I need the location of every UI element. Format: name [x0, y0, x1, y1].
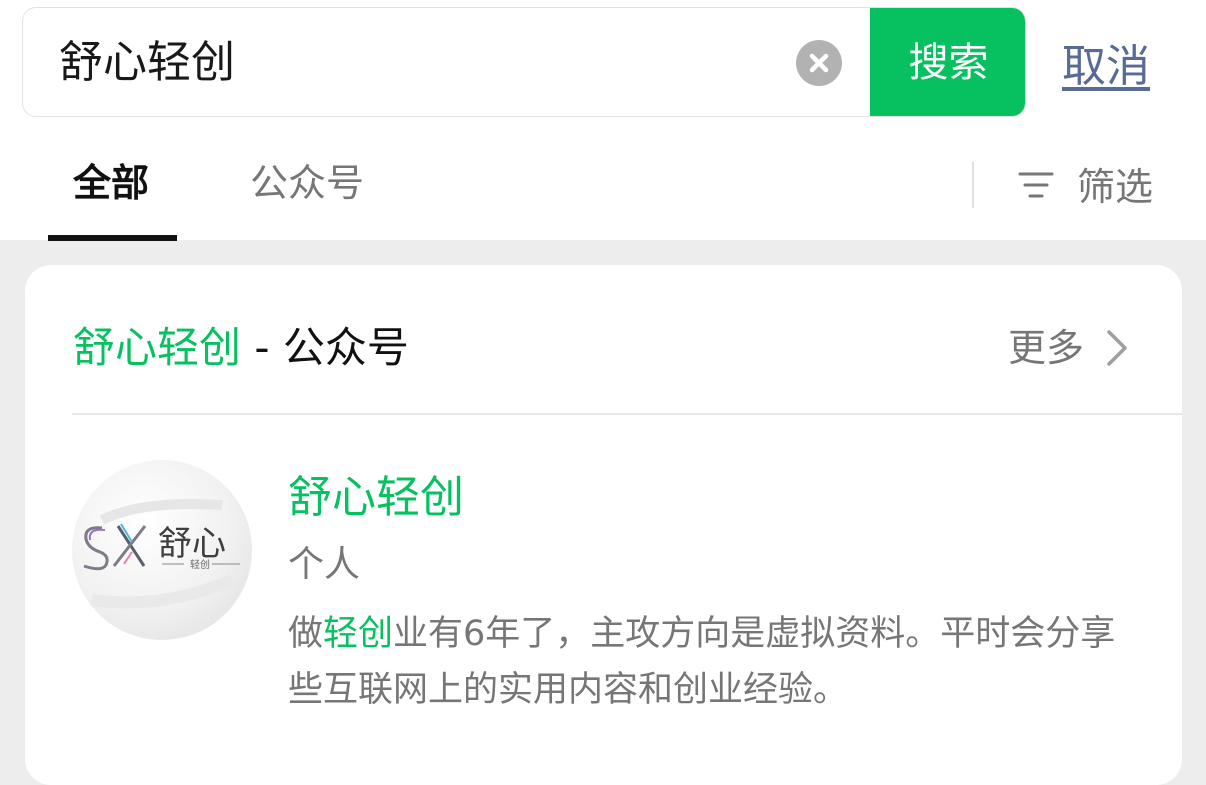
section-title-rest: - 公众号 [241, 323, 409, 372]
chevron-right-icon[interactable] [1105, 328, 1131, 368]
account-name[interactable]: 舒心轻创 [288, 468, 464, 528]
tab-all[interactable]: 全部 [73, 158, 149, 208]
filter-icon[interactable] [1018, 170, 1054, 200]
clear-icon[interactable] [796, 40, 842, 86]
desc-suffix: 业有6年了，主攻方向是虚拟资料。平时会分享些互联网上的实用内容和创业经验。 [288, 614, 1116, 710]
section-divider [72, 413, 1182, 415]
active-tab-indicator [48, 235, 177, 241]
more-button[interactable]: 更多 [1008, 320, 1084, 376]
filter-divider [972, 162, 974, 208]
desc-prefix: 做 [288, 614, 324, 654]
search-button[interactable]: 搜索 [870, 8, 1025, 116]
cancel-link[interactable]: 取消 [1062, 30, 1150, 94]
account-description: 做轻创业有6年了，主攻方向是虚拟资料。平时会分享些互联网上的实用内容和创业经验。 [288, 606, 1148, 718]
section-title: 舒心轻创 - 公众号 [73, 320, 409, 376]
search-header: 舒心轻创 搜索 取消 全部 公众号 筛选 [0, 0, 1206, 241]
account-type: 个人 [288, 544, 361, 585]
brand-logo-icon: 舒心 轻创 [83, 499, 240, 609]
tab-official-accounts[interactable]: 公众号 [250, 158, 364, 208]
search-input[interactable]: 舒心轻创 [59, 8, 235, 116]
filter-button[interactable]: 筛选 [1077, 162, 1153, 212]
result-card: 舒心轻创 - 公众号 更多 舒心 轻创 舒心轻创 个人 做轻创业有6年了，主攻方… [25, 265, 1182, 785]
logo-subtext: 轻创 [190, 558, 210, 571]
search-bar[interactable]: 舒心轻创 搜索 [22, 7, 1026, 117]
logo-text: 舒心 [158, 524, 226, 564]
account-avatar[interactable]: 舒心 轻创 [72, 460, 252, 640]
section-title-highlight: 舒心轻创 [73, 323, 242, 372]
desc-highlight: 轻创 [323, 614, 394, 654]
